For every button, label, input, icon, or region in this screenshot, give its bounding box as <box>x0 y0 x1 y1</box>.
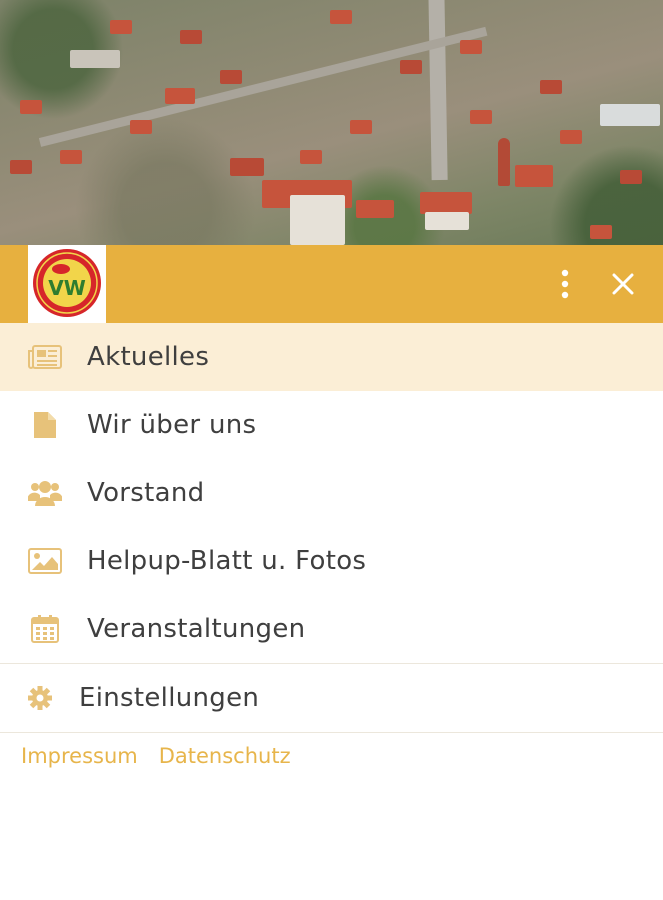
menu-item-label: Vorstand <box>87 478 205 508</box>
document-icon <box>28 410 62 440</box>
image-icon <box>28 546 62 576</box>
photo-house <box>590 225 612 239</box>
photo-house <box>220 70 242 84</box>
photo-road-cross <box>38 26 488 147</box>
photo-building <box>70 50 120 68</box>
menu-divider <box>0 732 663 733</box>
photo-house <box>470 110 492 124</box>
calendar-icon <box>28 614 62 644</box>
menu-item-helpup-blatt[interactable]: Helpup-Blatt u. Fotos <box>0 527 663 595</box>
overflow-menu-button[interactable] <box>543 262 587 306</box>
photo-house <box>540 80 562 94</box>
photo-church <box>498 138 510 186</box>
logo: VW <box>28 245 106 323</box>
photo-house <box>60 150 82 164</box>
photo-house <box>230 158 264 176</box>
photo-house <box>425 212 469 230</box>
photo-house <box>560 130 582 144</box>
photo-house <box>300 150 322 164</box>
datenschutz-link[interactable]: Datenschutz <box>159 744 291 768</box>
gear-icon <box>26 684 54 712</box>
photo-house <box>130 120 152 134</box>
menu-item-label: Einstellungen <box>79 683 260 713</box>
menu-item-aktuelles[interactable]: Aktuelles <box>0 323 663 391</box>
menu-item-einstellungen[interactable]: Einstellungen <box>0 664 663 732</box>
svg-text:VW: VW <box>48 276 86 300</box>
navigation-menu: Aktuelles Wir über uns Vorstand Helpup-B… <box>0 323 663 733</box>
menu-item-wir-ueber-uns[interactable]: Wir über uns <box>0 391 663 459</box>
menu-item-label: Veranstaltungen <box>87 614 306 644</box>
photo-house <box>350 120 372 134</box>
header-photo <box>0 0 663 245</box>
drawer-header: VW <box>0 245 663 323</box>
photo-house <box>10 160 32 174</box>
menu-item-vorstand[interactable]: Vorstand <box>0 459 663 527</box>
close-button[interactable] <box>601 262 645 306</box>
menu-item-label: Aktuelles <box>87 342 210 372</box>
photo-house <box>400 60 422 74</box>
close-icon <box>612 273 634 295</box>
more-vertical-icon <box>561 269 569 299</box>
photo-house <box>460 40 482 54</box>
photo-house <box>180 30 202 44</box>
photo-house <box>110 20 132 34</box>
photo-house <box>165 88 195 104</box>
menu-item-label: Wir über uns <box>87 410 257 440</box>
photo-road <box>428 0 448 181</box>
impressum-link[interactable]: Impressum <box>21 744 138 768</box>
photo-house <box>330 10 352 24</box>
users-icon <box>28 478 62 508</box>
menu-item-veranstaltungen[interactable]: Veranstaltungen <box>0 595 663 663</box>
logo-emblem: VW <box>33 249 101 317</box>
photo-house <box>290 195 345 245</box>
photo-house <box>515 165 553 187</box>
photo-house <box>356 200 394 218</box>
newspaper-icon <box>28 342 62 372</box>
photo-building <box>600 104 660 126</box>
photo-house <box>620 170 642 184</box>
menu-item-label: Helpup-Blatt u. Fotos <box>87 546 367 576</box>
photo-house <box>420 192 472 214</box>
photo-house <box>20 100 42 114</box>
footer-links: Impressum Datenschutz <box>21 744 291 768</box>
